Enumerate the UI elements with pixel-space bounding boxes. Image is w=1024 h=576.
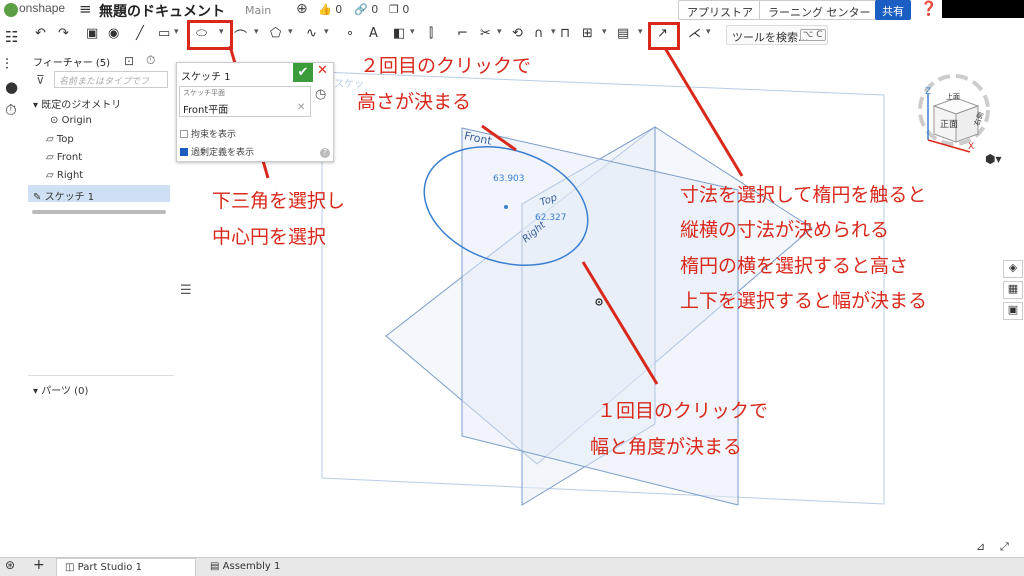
assembly-icon: ▤ (210, 561, 220, 572)
annotation-second-click-2: 高さが決まる (357, 91, 472, 113)
clear-plane-icon[interactable]: ✕ (297, 102, 305, 113)
viewcube-top-face[interactable]: 上面 (946, 92, 960, 102)
ellipse-center-point (504, 205, 508, 209)
checkbox-box-checked (180, 148, 188, 156)
annotation-dimension-2: 縦横の寸法が決められる (680, 219, 890, 241)
viewcube-x-axis: X (968, 142, 975, 152)
cancel-button[interactable]: ✕ (317, 63, 328, 78)
annotation-first-click-1: １回目のクリックで (597, 400, 769, 422)
origin-dot (598, 301, 600, 303)
annotation-dimension-1: 寸法を選択して楕円を触ると (680, 184, 927, 206)
fullscreen-icon[interactable]: ⤢ (1000, 540, 1009, 554)
show-constraints-checkbox[interactable]: 拘束を表示 (180, 127, 236, 140)
tab-manager-icon[interactable]: ⊛ (5, 558, 15, 572)
sketch-list-icon[interactable]: ☰ (180, 283, 192, 298)
dimension-value-1[interactable]: 63.903 (493, 174, 525, 184)
sketch-plane-label: スケッチ平面 (183, 89, 225, 97)
show-overdefined-label: 過剰定義を表示 (191, 148, 255, 158)
viewcube-z-axis: Z (925, 87, 932, 97)
tab-assembly[interactable]: ▤ Assembly 1 (202, 558, 288, 576)
part-studio-label: Part Studio 1 (77, 562, 142, 573)
sketch-plane-value: Front平面 (183, 105, 229, 116)
show-constraints-label: 拘束を表示 (191, 130, 237, 140)
mate-panel-icon[interactable]: ▣ (1003, 302, 1023, 320)
sketch-name[interactable]: スケッチ 1 (181, 68, 231, 83)
assembly-label: Assembly 1 (222, 561, 281, 572)
units-icon[interactable]: ⊿ (976, 540, 985, 553)
render-panel-icon[interactable]: ▦ (1003, 281, 1023, 299)
annotation-select-triangle-1: 下三角を選択し (212, 190, 346, 212)
checkbox-box (180, 130, 188, 138)
viewcube-front-face[interactable]: 正面 (940, 117, 958, 130)
dialog-help-icon[interactable]: ? (320, 148, 330, 158)
part-studio-icon: ◫ (65, 562, 75, 573)
clock-icon[interactable]: ◷ (315, 87, 326, 102)
add-tab-button[interactable]: + (33, 557, 45, 573)
annotation-first-click-2: 幅と角度が決まる (590, 436, 743, 458)
annotation-dimension-4: 上下を選択すると幅が決まる (680, 290, 928, 312)
annotation-dimension-3: 楕円の横を選択すると高さ (680, 255, 909, 277)
appearance-panel-icon[interactable]: ◈ (1003, 260, 1023, 278)
annotation-select-triangle-2: 中心円を選択 (212, 226, 327, 248)
view-options-cube-icon[interactable]: ⬢▾ (985, 152, 1002, 166)
show-overdefined-checkbox[interactable]: 過剰定義を表示 (180, 145, 254, 158)
accept-button[interactable]: ✔ (293, 63, 313, 82)
dimension-value-2[interactable]: 62.327 (535, 213, 567, 223)
annotation-second-click-1: ２回目のクリックで (360, 55, 532, 77)
tab-part-studio[interactable]: ◫ Part Studio 1 (56, 558, 196, 576)
